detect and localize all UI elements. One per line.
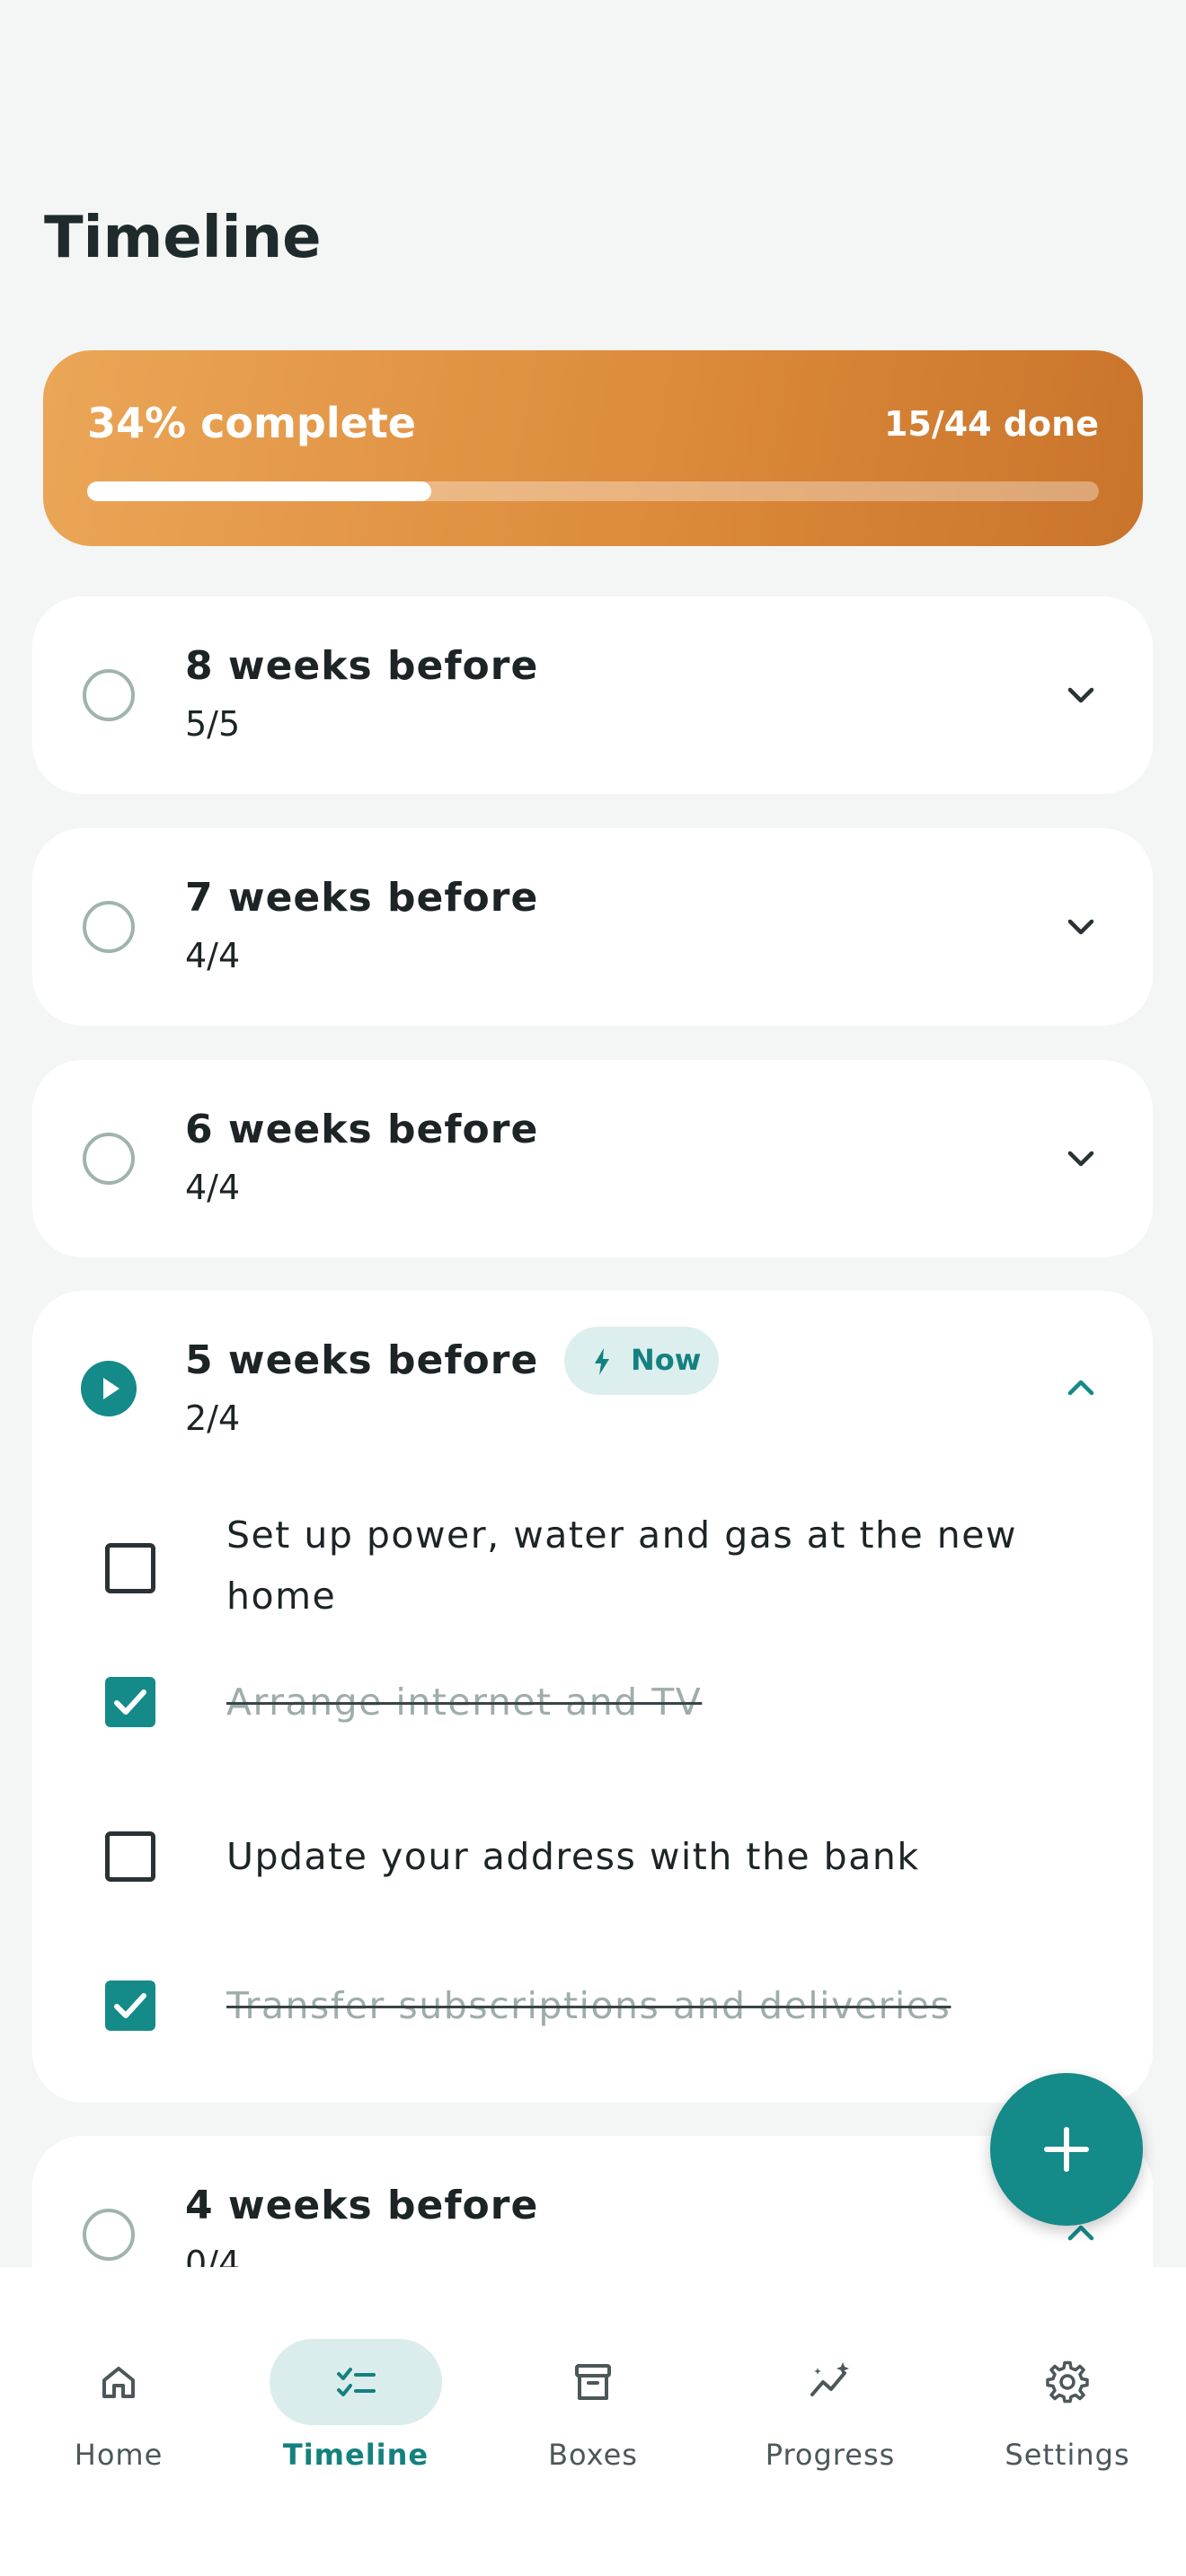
nav-item-home[interactable]: Home [11,2303,226,2472]
checklist-icon [337,2368,376,2396]
nav-label: Progress [765,2438,896,2472]
now-badge: Now [564,1327,719,1395]
page-title: Timeline [44,205,322,271]
nav-item-progress[interactable]: Progress [722,2303,938,2472]
now-badge-label: Now [631,1343,702,1377]
nav-label: Home [74,2438,164,2472]
status-circle-icon [83,901,135,953]
week-card-5[interactable]: 5 weeks before Now 2/4 Set up power, wat… [32,1291,1153,2103]
week-title: 4 weeks before [185,2183,539,2228]
task-item[interactable]: Set up power, water and gas at the new h… [32,1503,1153,1628]
archive-box-icon [575,2364,611,2400]
progress-percent-label: 34% complete [87,399,417,447]
week-task-count: 4/4 [185,1168,241,1207]
lightning-icon [595,1348,609,1375]
nav-item-boxes[interactable]: Boxes [485,2303,701,2472]
week-title: 8 weeks before [185,643,539,689]
status-circle-icon [83,2209,135,2261]
chevron-up-icon[interactable] [1059,1366,1102,1409]
week-card-8[interactable]: 8 weeks before 5/5 [32,596,1153,794]
status-circle-icon [83,1133,135,1185]
check-icon [114,1993,146,2018]
checkbox[interactable] [105,1831,155,1882]
progress-bar-track [87,481,1099,501]
gear-icon [1046,2360,1089,2404]
plus-icon [1044,2127,1089,2172]
task-label: Arrange internet and TV [226,1681,703,1724]
task-label: Update your address with the bank [226,1835,920,1878]
play-circle-icon [81,1361,137,1416]
week-title: 7 weeks before [185,875,539,921]
home-icon [102,2367,135,2398]
nav-label: Boxes [548,2438,638,2472]
bottom-navigation: Home Timeline Boxes Progress Settings [0,2267,1186,2576]
overall-progress-card: 34% complete 15/44 done [43,350,1143,546]
progress-bar-fill [87,481,431,501]
check-icon [114,1689,146,1715]
week-title: 6 weeks before [185,1107,539,1152]
nav-label: Timeline [282,2438,429,2472]
week-task-count: 2/4 [185,1398,241,1438]
task-item[interactable]: Update your address with the bank [32,1831,1153,1921]
task-label: Transfer subscriptions and deliveries [226,1984,951,2027]
week-card-6[interactable]: 6 weeks before 4/4 [32,1060,1153,1257]
add-task-button[interactable] [990,2073,1143,2226]
checkbox[interactable] [105,1543,155,1593]
chevron-down-icon[interactable] [1059,674,1102,717]
nav-item-settings[interactable]: Settings [960,2303,1175,2472]
week-task-count: 5/5 [185,704,241,744]
task-label: Set up power, water and gas at the new h… [226,1513,1018,1618]
nav-label: Settings [1005,2438,1130,2472]
progress-chart-icon [810,2362,849,2396]
checkbox-checked[interactable] [105,1677,155,1727]
week-card-7[interactable]: 7 weeks before 4/4 [32,828,1153,1026]
task-item[interactable]: Arrange internet and TV [32,1677,1153,1767]
checkbox-checked[interactable] [105,1981,155,2031]
chevron-down-icon[interactable] [1059,905,1102,948]
chevron-down-icon[interactable] [1059,1137,1102,1180]
status-circle-icon [83,669,135,721]
task-item[interactable]: Transfer subscriptions and deliveries [32,1981,1153,2070]
nav-item-timeline[interactable]: Timeline [248,2303,464,2472]
week-title: 5 weeks before [185,1337,539,1383]
progress-count-label: 15/44 done [883,404,1099,444]
week-task-count: 4/4 [185,936,241,975]
